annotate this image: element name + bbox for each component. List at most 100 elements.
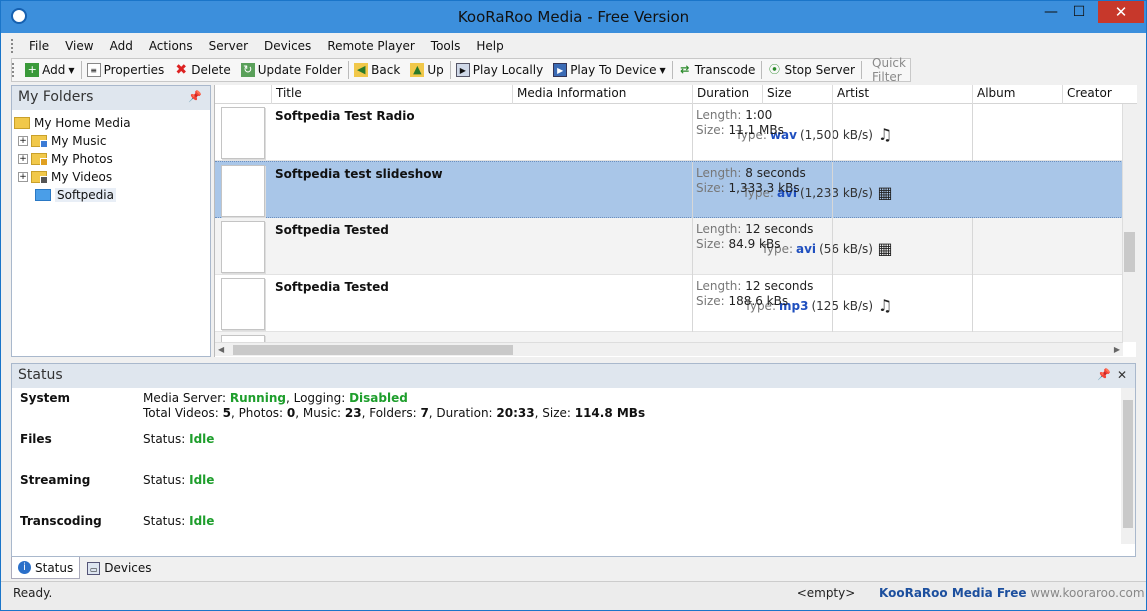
music-note-icon: ♫ xyxy=(877,125,893,144)
tree-item-softpedia[interactable]: Softpedia xyxy=(14,186,208,204)
menu-devices[interactable]: Devices xyxy=(256,39,319,53)
media-duration-size: Length: 8 seconds Size: 1,333.3 kBs xyxy=(696,166,806,195)
media-title: Softpedia Test Radio xyxy=(275,109,415,123)
pin-icon[interactable]: 📌 xyxy=(1097,368,1111,381)
app-window: KooRaRoo Media - Free Version — ☐ ✕ File… xyxy=(0,0,1147,611)
menu-server[interactable]: Server xyxy=(201,39,256,53)
back-icon: ◀ xyxy=(354,63,369,77)
media-title: Softpedia Tested xyxy=(275,223,389,237)
files-status: Status: Idle xyxy=(143,432,215,446)
column-album[interactable]: Album xyxy=(972,85,1019,104)
scrollbar-thumb[interactable] xyxy=(233,345,513,355)
brand-link[interactable]: KooRaRoo Media Free www.kooraroo.com xyxy=(879,586,1145,600)
close-button[interactable]: ✕ xyxy=(1098,1,1144,23)
transcode-button[interactable]: ⇄ Transcode xyxy=(673,59,761,81)
quick-filter-input[interactable]: Quick Filter xyxy=(868,56,910,84)
expand-icon[interactable]: + xyxy=(18,172,28,182)
scrollbar-thumb[interactable] xyxy=(1124,232,1135,272)
tab-status[interactable]: i Status xyxy=(11,557,81,579)
status-vertical-scrollbar[interactable] xyxy=(1121,388,1135,544)
play-locally-button[interactable]: ▶ Play Locally xyxy=(451,59,548,81)
menu-remote-player[interactable]: Remote Player xyxy=(319,39,422,53)
transcoding-status: Status: Idle xyxy=(143,514,215,528)
tree-item-my-home-media[interactable]: My Home Media xyxy=(14,114,208,132)
status-middle: <empty> xyxy=(796,586,856,600)
file-thumbnail xyxy=(221,107,265,159)
column-media-information[interactable]: Media Information xyxy=(512,85,630,104)
media-duration-size: Length: 12 seconds Size: 188.6 kBs xyxy=(696,279,814,308)
music-note-icon: ♫ xyxy=(877,296,893,315)
back-button[interactable]: ◀ Back xyxy=(349,59,405,81)
bottom-tabs: i Status ▭ Devices xyxy=(11,557,1136,579)
film-icon: ▦ xyxy=(877,183,893,202)
expand-icon[interactable]: + xyxy=(18,136,28,146)
close-icon[interactable]: ✕ xyxy=(1117,368,1127,382)
devices-icon: ▭ xyxy=(87,561,101,575)
media-list-vertical-scrollbar[interactable] xyxy=(1122,104,1136,342)
toolbar-grip xyxy=(12,63,15,77)
column-duration[interactable]: Duration xyxy=(692,85,753,104)
scrollbar-thumb[interactable] xyxy=(1123,400,1133,528)
tree-item-my-photos[interactable]: + My Photos xyxy=(14,150,208,168)
menu-view[interactable]: View xyxy=(57,39,101,53)
status-panel: Status 📌 ✕ System Media Server: Running,… xyxy=(11,363,1136,557)
folders-panel-header: My Folders 📌 xyxy=(12,86,210,110)
tree-item-my-music[interactable]: + My Music xyxy=(14,132,208,150)
scroll-left-icon[interactable]: ◀ xyxy=(218,345,224,354)
transcode-icon: ⇄ xyxy=(680,63,690,76)
media-list-panel: Title Media Information Duration Size Ar… xyxy=(214,85,1137,357)
server-status: Media Server: Running, Logging: Disabled xyxy=(143,391,408,405)
folders-panel: My Folders 📌 My Home Media + My Music + … xyxy=(11,85,211,357)
media-list-horizontal-scrollbar[interactable]: ◀ ▶ xyxy=(215,342,1123,356)
tab-devices[interactable]: ▭ Devices xyxy=(80,557,158,579)
pin-icon[interactable]: 📌 xyxy=(188,90,202,103)
play-to-device-button[interactable]: ▶ Play To Device ▼ xyxy=(548,59,670,81)
menu-file[interactable]: File xyxy=(21,39,57,53)
media-duration-size: Length: 12 seconds Size: 84.9 kBs xyxy=(696,222,814,251)
file-thumbnail xyxy=(221,278,265,330)
streaming-label: Streaming xyxy=(20,473,91,487)
menu-add[interactable]: Add xyxy=(102,39,141,53)
status-panel-header: Status 📌 ✕ xyxy=(12,364,1135,388)
photos-folder-icon xyxy=(31,153,48,166)
music-folder-icon xyxy=(31,135,48,148)
column-size[interactable]: Size xyxy=(762,85,796,104)
add-button[interactable]: + Add ▼ xyxy=(20,59,79,81)
add-icon: + xyxy=(25,63,40,77)
menu-actions[interactable]: Actions xyxy=(141,39,201,53)
column-artist[interactable]: Artist xyxy=(832,85,873,104)
transcoding-label: Transcoding xyxy=(20,514,102,528)
media-row[interactable]: Softpedia Tested Type: mp3 (125 kB/s) ♫ … xyxy=(215,275,1123,332)
delete-button[interactable]: ✖ Delete xyxy=(169,59,235,81)
up-button[interactable]: ▲ Up xyxy=(405,59,448,81)
window-title: KooRaRoo Media - Free Version xyxy=(457,8,690,26)
status-text: Ready. xyxy=(13,586,53,600)
menu-help[interactable]: Help xyxy=(468,39,511,53)
menu-tools[interactable]: Tools xyxy=(423,39,469,53)
up-icon: ▲ xyxy=(410,63,425,77)
expand-icon[interactable]: + xyxy=(18,154,28,164)
scroll-right-icon[interactable]: ▶ xyxy=(1114,345,1120,354)
media-row[interactable]: Softpedia Test Radio Type: wav (1,500 kB… xyxy=(215,104,1123,161)
menu-grip xyxy=(11,39,15,53)
media-row-partial[interactable] xyxy=(215,332,1123,342)
media-row-selected[interactable]: Softpedia test slideshow Type: avi (1,23… xyxy=(215,161,1123,219)
media-title: Softpedia test slideshow xyxy=(275,167,443,181)
videos-folder-icon xyxy=(31,171,48,184)
stop-server-button[interactable]: ⦿ Stop Server xyxy=(762,59,859,81)
folders-panel-title: My Folders xyxy=(18,89,94,105)
media-totals: Total Videos: 5, Photos: 0, Music: 23, F… xyxy=(143,406,646,420)
tree-item-my-videos[interactable]: + My Videos xyxy=(14,168,208,186)
minimize-button[interactable]: — xyxy=(1036,1,1066,23)
media-title: Softpedia Tested xyxy=(275,280,389,294)
properties-button[interactable]: ≡ Properties xyxy=(82,59,170,81)
folder-icon xyxy=(14,117,30,129)
refresh-folder-icon: ↻ xyxy=(240,63,255,77)
monitor-icon: ▶ xyxy=(455,63,470,77)
column-creator[interactable]: Creator xyxy=(1062,85,1116,104)
maximize-button[interactable]: ☐ xyxy=(1064,1,1094,23)
column-title[interactable]: Title xyxy=(271,85,306,104)
chevron-down-icon: ▼ xyxy=(68,65,75,75)
media-row[interactable]: Softpedia Tested Type: avi (56 kB/s) ▦ L… xyxy=(215,218,1123,275)
update-folder-button[interactable]: ↻ Update Folder xyxy=(236,59,347,81)
